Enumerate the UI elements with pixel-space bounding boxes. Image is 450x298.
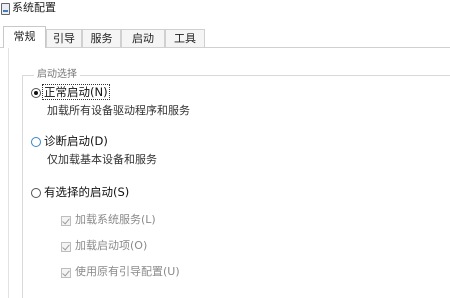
- groupbox-border-top: [22, 75, 450, 76]
- tab-boot[interactable]: 引导: [46, 29, 82, 47]
- title-bar: 系统配置: [0, 0, 450, 20]
- load-system-services-label: 加载系统服务(L): [75, 213, 156, 226]
- diagnostic-startup-description: 仅加载基本设备和服务: [47, 153, 157, 166]
- diagnostic-startup-radio[interactable]: [31, 137, 41, 147]
- msconfig-icon: [1, 3, 10, 15]
- normal-startup-label[interactable]: 正常启动(N): [42, 84, 110, 100]
- load-startup-items-checkbox[interactable]: [61, 242, 71, 252]
- window-title: 系统配置: [12, 1, 56, 14]
- panel-border: [8, 48, 9, 298]
- diagnostic-startup-label[interactable]: 诊断启动(D): [44, 133, 108, 149]
- load-startup-items-label: 加载启动项(O): [75, 239, 148, 252]
- tab-general[interactable]: 常规: [3, 26, 46, 48]
- normal-startup-description: 加载所有设备驱动程序和服务: [47, 104, 190, 117]
- use-original-boot-config-label: 使用原有引导配置(U): [75, 265, 180, 278]
- tab-startup[interactable]: 启动: [121, 29, 165, 47]
- groupbox-border-left: [22, 75, 23, 298]
- normal-startup-radio[interactable]: [31, 88, 41, 98]
- load-system-services-checkbox[interactable]: [61, 216, 71, 226]
- tab-services[interactable]: 服务: [82, 29, 121, 47]
- selective-startup-radio[interactable]: [31, 188, 41, 198]
- use-original-boot-config-checkbox[interactable]: [61, 268, 71, 278]
- groupbox-label: 启动选择: [34, 68, 80, 82]
- selective-startup-label[interactable]: 有选择的启动(S): [44, 184, 129, 200]
- normal-startup-text: 正常启动(N): [42, 84, 110, 100]
- tab-tools[interactable]: 工具: [165, 29, 205, 47]
